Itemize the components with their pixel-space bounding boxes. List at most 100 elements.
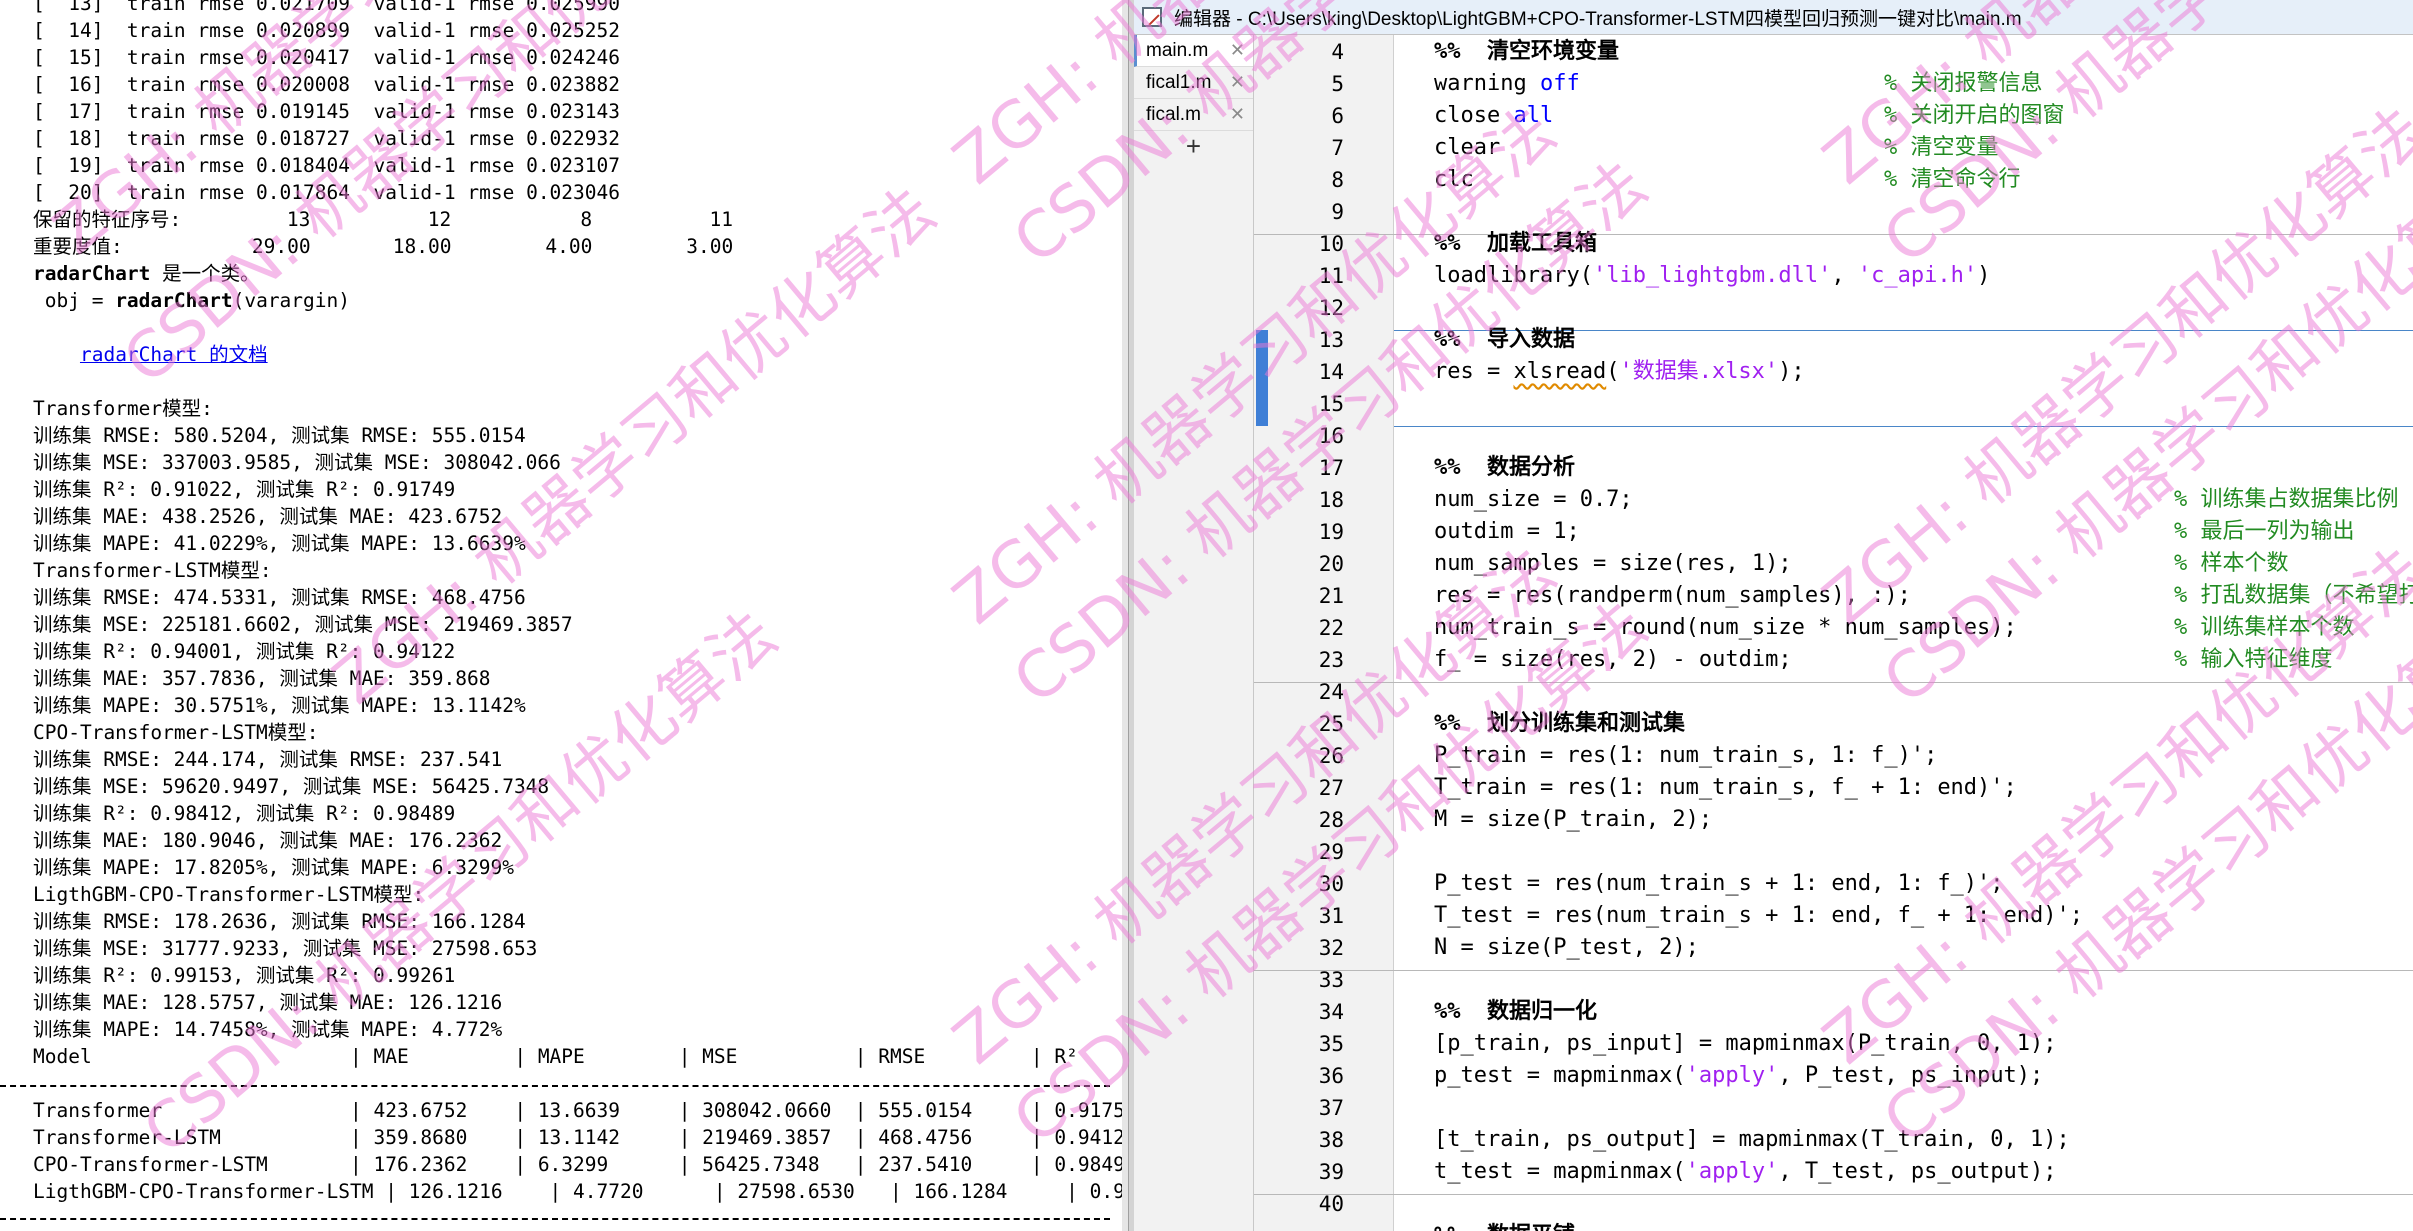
code-line: close all [1434, 103, 1554, 128]
line-number: 33 [1318, 968, 1344, 992]
tab-main[interactable]: main.m ✕ [1134, 35, 1253, 67]
cell-title: %% 划分训练集和测试集 [1434, 711, 1685, 736]
result-line: CPO-Transformer-LSTM模型: [33, 721, 319, 744]
output-line: [ 15] train rmse 0.020417 valid-1 rmse 0… [33, 46, 620, 69]
result-line: 训练集 R²: 0.99153, 测试集 R²: 0.99261 [33, 964, 456, 987]
add-tab-icon[interactable]: + [1134, 131, 1253, 161]
result-line: LigthGBM-CPO-Transformer-LSTM模型: [33, 883, 425, 906]
cell-divider [1254, 234, 2413, 235]
cell-title: %% 清空环境变量 [1434, 39, 1619, 64]
tab-label: fical.m [1146, 104, 1201, 125]
code-comment: % 清空变量 [1884, 135, 1999, 160]
editor-icon [1142, 7, 1162, 27]
editor-title: 编辑器 - C:\Users\king\Desktop\LightGBM+CPO… [1174, 8, 2022, 30]
importance-line: 重要度值: 29.00 18.00 4.00 3.00 [33, 235, 734, 258]
table-row: Transformer | 423.6752 | 13.6639 | 30804… [33, 1099, 1125, 1122]
code-line: num_samples = size(res, 1); [1434, 551, 1792, 576]
code-editor[interactable]: 4 5 6 7 8 9 10 11 12 13 14 15 16 17 18 1… [1254, 35, 2413, 1231]
line-number: 19 [1318, 520, 1344, 544]
output-line: [ 19] train rmse 0.018404 valid-1 rmse 0… [33, 154, 620, 177]
output-line: [ 20] train rmse 0.017864 valid-1 rmse 0… [33, 181, 620, 204]
line-number: 16 [1318, 424, 1344, 448]
code-line: res = xlsread('数据集.xlsx'); [1434, 359, 1805, 384]
line-number: 24 [1318, 680, 1344, 704]
result-line: 训练集 MAE: 357.7836, 测试集 MAE: 359.868 [33, 667, 491, 690]
table-row: CPO-Transformer-LSTM | 176.2362 | 6.3299… [33, 1153, 1125, 1176]
cell-title: %% 数据平铺 [1434, 1220, 1575, 1231]
code-line: warning off [1434, 71, 1580, 96]
line-number: 7 [1331, 136, 1344, 160]
code-line: T_train = res(1: num_train_s, f_ + 1: en… [1434, 775, 2017, 800]
doc-link[interactable]: radarChart 的文档 [80, 343, 268, 366]
ctor-args: (varargin) [232, 289, 350, 312]
code-line: outdim = 1; [1434, 519, 1580, 544]
result-line: 训练集 RMSE: 244.174, 测试集 RMSE: 237.541 [33, 748, 503, 771]
line-number: 30 [1318, 872, 1344, 896]
cell-divider [1254, 970, 2413, 971]
table-separator [0, 1218, 1110, 1220]
code-line: [p_train, ps_input] = mapminmax(P_train,… [1434, 1031, 2057, 1056]
line-number: 40 [1318, 1192, 1344, 1216]
code-line: N = size(P_test, 2); [1434, 935, 1699, 960]
result-line: 训练集 MSE: 59620.9497, 测试集 MSE: 56425.7348 [33, 775, 550, 798]
close-icon[interactable]: ✕ [1230, 67, 1245, 98]
class-info-line: radarChart 是一个类。 [33, 260, 1128, 287]
code-line: p_test = mapminmax('apply', P_test, ps_i… [1434, 1063, 2044, 1088]
line-number: 18 [1318, 488, 1344, 512]
class-info-text: 是一个类。 [150, 262, 260, 285]
tab-fical[interactable]: fical.m ✕ [1134, 99, 1253, 131]
close-icon[interactable]: ✕ [1230, 99, 1245, 130]
output-line: [ 16] train rmse 0.020008 valid-1 rmse 0… [33, 73, 620, 96]
result-line: Transformer模型: [33, 397, 213, 420]
result-line: 训练集 MAPE: 17.8205%, 测试集 MAPE: 6.3299% [33, 856, 514, 879]
code-line: P_test = res(num_train_s + 1: end, 1: f_… [1434, 871, 2004, 896]
code-line: clc [1434, 167, 1474, 192]
line-number: 21 [1318, 584, 1344, 608]
cell-divider [1254, 1194, 2413, 1195]
line-number: 37 [1318, 1096, 1344, 1120]
line-number: 36 [1318, 1064, 1344, 1088]
code-line: f_ = size(res, 2) - outdim; [1434, 647, 1792, 672]
cell-divider [1394, 426, 2413, 427]
tab-fical1[interactable]: fical1.m ✕ [1134, 67, 1253, 99]
code-line: res = res(randperm(num_samples), :); [1434, 583, 1911, 608]
line-number: 29 [1318, 840, 1344, 864]
result-line: Transformer-LSTM模型: [33, 559, 272, 582]
result-line: 训练集 R²: 0.94001, 测试集 R²: 0.94122 [33, 640, 456, 663]
table-row: LigthGBM-CPO-Transformer-LSTM | 126.1216… [33, 1180, 1128, 1203]
line-number: 28 [1318, 808, 1344, 832]
code-line: num_size = 0.7; [1434, 487, 1633, 512]
line-number: 8 [1331, 168, 1344, 192]
code-comment: % 样本个数 [2174, 551, 2289, 576]
editor-tab-strip: main.m ✕ fical1.m ✕ fical.m ✕ + [1134, 35, 1254, 1231]
line-number: 34 [1318, 1000, 1344, 1024]
result-line: 训练集 MSE: 225181.6602, 测试集 MSE: 219469.38… [33, 613, 573, 636]
editor-titlebar[interactable]: 编辑器 - C:\Users\king\Desktop\LightGBM+CPO… [1134, 0, 2413, 35]
line-number: 10 [1318, 232, 1344, 256]
code-comment: % 打乱数据集（不希望打乱时，注 [2174, 583, 2413, 608]
result-line: 训练集 R²: 0.91022, 测试集 R²: 0.91749 [33, 478, 456, 501]
line-number: 15 [1318, 392, 1344, 416]
feature-index-line: 保留的特征序号: 13 12 8 11 [33, 208, 734, 231]
result-line: 训练集 MAPE: 41.0229%, 测试集 MAPE: 13.6639% [33, 532, 526, 555]
line-number: 31 [1318, 904, 1344, 928]
code-comment: % 训练集占数据集比例 [2174, 487, 2399, 512]
command-window[interactable]: [ 13] train rmse 0.021709 valid-1 rmse 0… [0, 0, 1128, 1231]
line-number: 38 [1318, 1128, 1344, 1152]
code-line: T_test = res(num_train_s + 1: end, f_ + … [1434, 903, 2084, 928]
class-name: radarChart [33, 262, 151, 285]
code-comment: % 清空命令行 [1884, 167, 2021, 192]
output-line: [ 14] train rmse 0.020899 valid-1 rmse 0… [33, 19, 620, 42]
code-line: num_train_s = round(num_size * num_sampl… [1434, 615, 2017, 640]
table-header: Model | MAE | MAPE | MSE | RMSE | R² [33, 1045, 1078, 1068]
tab-label: fical1.m [1146, 72, 1212, 93]
cell-title: %% 数据分析 [1434, 455, 1575, 480]
line-number: 11 [1318, 264, 1344, 288]
cell-title: %% 加载工具箱 [1434, 231, 1597, 256]
line-number: 35 [1318, 1032, 1344, 1056]
code-comment: % 输入特征维度 [2174, 647, 2333, 672]
code-comment: % 最后一列为输出 [2174, 519, 2355, 544]
close-icon[interactable]: ✕ [1230, 35, 1245, 66]
line-number: 26 [1318, 744, 1344, 768]
result-line: 训练集 RMSE: 178.2636, 测试集 RMSE: 166.1284 [33, 910, 526, 933]
